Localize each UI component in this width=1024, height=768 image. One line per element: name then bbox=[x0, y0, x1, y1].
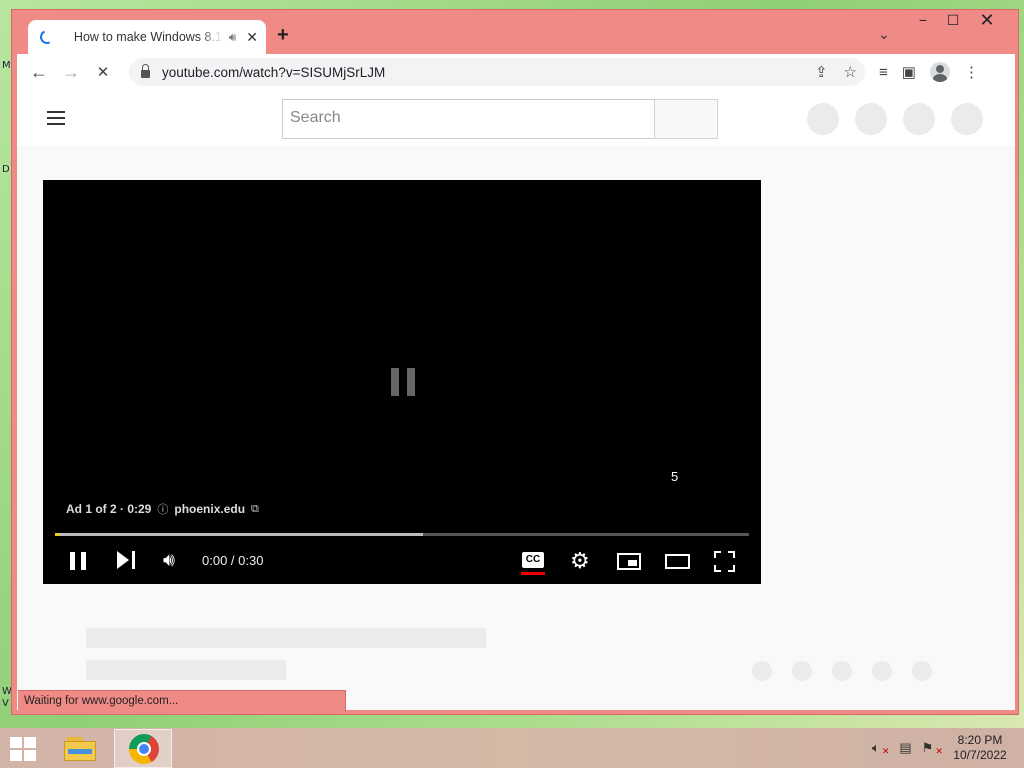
bookmark-star-icon[interactable]: ☆ bbox=[844, 63, 857, 81]
chrome-taskbar-button[interactable] bbox=[114, 729, 172, 768]
speaker-icon[interactable]: 🔊︎ bbox=[229, 30, 237, 45]
search-input[interactable]: Search bbox=[282, 99, 655, 139]
ad-label: Ad 1 of 2 · 0:29 bbox=[66, 502, 152, 516]
taskbar: 🔈︎ ✕ ▤ ⚑ ✕ 8:20 PM 10/7/2022 bbox=[0, 728, 1024, 768]
share-icon[interactable]: ⇪ bbox=[815, 63, 828, 81]
address-bar[interactable]: youtube.com/watch?v=SISUMjSrLJM ⇪ ☆ bbox=[129, 58, 865, 86]
played-bar bbox=[55, 533, 59, 536]
theater-mode-button[interactable] bbox=[665, 554, 690, 569]
volume-icon[interactable]: 🔊︎ bbox=[163, 550, 175, 572]
file-explorer-icon[interactable] bbox=[63, 734, 97, 762]
settings-gear-icon[interactable]: ⚙ bbox=[570, 548, 590, 574]
captions-active-indicator bbox=[521, 572, 545, 575]
stop-loading-button[interactable]: ✕ bbox=[87, 63, 119, 81]
placeholder-circle bbox=[855, 103, 887, 135]
captions-button[interactable]: CC bbox=[522, 552, 544, 568]
tab-search-chevron-icon[interactable]: ⌄ bbox=[878, 26, 890, 43]
browser-tab[interactable]: How to make Windows 8.1 Lo 🔊︎ ✕ bbox=[28, 20, 266, 54]
side-panel-icon[interactable]: ▣ bbox=[902, 63, 916, 81]
url-text[interactable]: youtube.com/watch?v=SISUMjSrLJM bbox=[162, 65, 385, 80]
placeholder-circle bbox=[792, 661, 812, 681]
minimize-button[interactable]: − bbox=[908, 12, 938, 28]
desktop-icon-label: M bbox=[2, 60, 11, 71]
next-button[interactable] bbox=[117, 551, 135, 569]
placeholder-circle bbox=[872, 661, 892, 681]
forward-button[interactable]: → bbox=[55, 62, 87, 83]
placeholder-circle bbox=[807, 103, 839, 135]
system-clock[interactable]: 8:20 PM 10/7/2022 bbox=[948, 733, 1012, 763]
action-center-flag-icon[interactable]: ⚑ bbox=[922, 740, 934, 757]
menu-kebab-icon[interactable]: ⋮ bbox=[964, 63, 979, 81]
placeholder-circle bbox=[752, 661, 772, 681]
action-placeholders bbox=[752, 661, 932, 681]
placeholder-circle bbox=[903, 103, 935, 135]
maximize-button[interactable]: ☐ bbox=[938, 12, 968, 29]
progress-bar[interactable] bbox=[55, 533, 749, 536]
profile-avatar-icon[interactable] bbox=[929, 62, 950, 82]
video-player[interactable]: 5 Ad 1 of 2 · 0:29 ⓘ phoenix.edu ⧉ 🔊︎ 0:… bbox=[43, 180, 761, 584]
youtube-header: Search bbox=[17, 90, 1015, 146]
chrome-icon bbox=[129, 734, 159, 764]
player-controls: 🔊︎ 0:00 / 0:30 CC ⚙ bbox=[43, 544, 761, 584]
external-link-icon[interactable]: ⧉ bbox=[251, 503, 259, 516]
info-icon[interactable]: ⓘ bbox=[157, 501, 168, 517]
fullscreen-button[interactable] bbox=[714, 551, 735, 572]
tab-title: How to make Windows 8.1 Lo bbox=[73, 30, 223, 44]
desktop-icon-label: D bbox=[2, 164, 10, 175]
clock-date: 10/7/2022 bbox=[953, 748, 1007, 762]
close-window-button[interactable]: ✕ bbox=[972, 10, 1002, 31]
pause-button[interactable] bbox=[70, 552, 86, 570]
hamburger-menu-icon[interactable] bbox=[47, 111, 65, 129]
close-tab-icon[interactable]: ✕ bbox=[246, 29, 258, 46]
time-display: 0:00 / 0:30 bbox=[202, 553, 264, 568]
media-playlist-icon[interactable]: ≡ bbox=[879, 64, 888, 81]
placeholder-circle bbox=[951, 103, 983, 135]
placeholder-circle bbox=[832, 661, 852, 681]
loading-spinner-icon bbox=[38, 28, 56, 46]
browser-status-bar: Waiting for www.google.com... bbox=[18, 690, 346, 712]
system-tray: 🔈︎ ✕ ▤ ⚑ ✕ bbox=[872, 740, 943, 757]
header-placeholder-icons bbox=[807, 103, 983, 135]
new-tab-button[interactable]: + bbox=[277, 24, 289, 47]
windows-start-button[interactable] bbox=[10, 737, 38, 761]
ad-info: Ad 1 of 2 · 0:29 ⓘ phoenix.edu ⧉ bbox=[66, 501, 259, 517]
buffered-bar bbox=[55, 533, 423, 536]
back-button[interactable]: ← bbox=[23, 62, 55, 83]
miniplayer-button[interactable] bbox=[617, 553, 641, 570]
page-content: Search 5 Ad 1 of 2 · 0:29 ⓘ phoenix.edu … bbox=[17, 90, 1015, 710]
clock-time: 8:20 PM bbox=[957, 733, 1003, 747]
search-button[interactable] bbox=[654, 99, 718, 139]
volume-muted-icon[interactable]: 🔈︎ bbox=[872, 740, 880, 757]
ad-domain-link[interactable]: phoenix.edu bbox=[174, 502, 245, 516]
skip-ad-countdown: 5 bbox=[671, 469, 679, 484]
browser-window: How to make Windows 8.1 Lo 🔊︎ ✕ + ⌄ − ☐ … bbox=[11, 9, 1019, 715]
browser-toolbar: ← → ✕ youtube.com/watch?v=SISUMjSrLJM ⇪ … bbox=[17, 54, 1015, 90]
subtitle-placeholder bbox=[86, 660, 286, 680]
lock-icon[interactable] bbox=[141, 64, 150, 78]
desktop-icon-label: V bbox=[2, 698, 9, 709]
placeholder-circle bbox=[912, 661, 932, 681]
title-placeholder bbox=[86, 628, 486, 648]
center-pause-icon bbox=[391, 368, 415, 396]
network-icon[interactable]: ▤ bbox=[899, 740, 911, 757]
